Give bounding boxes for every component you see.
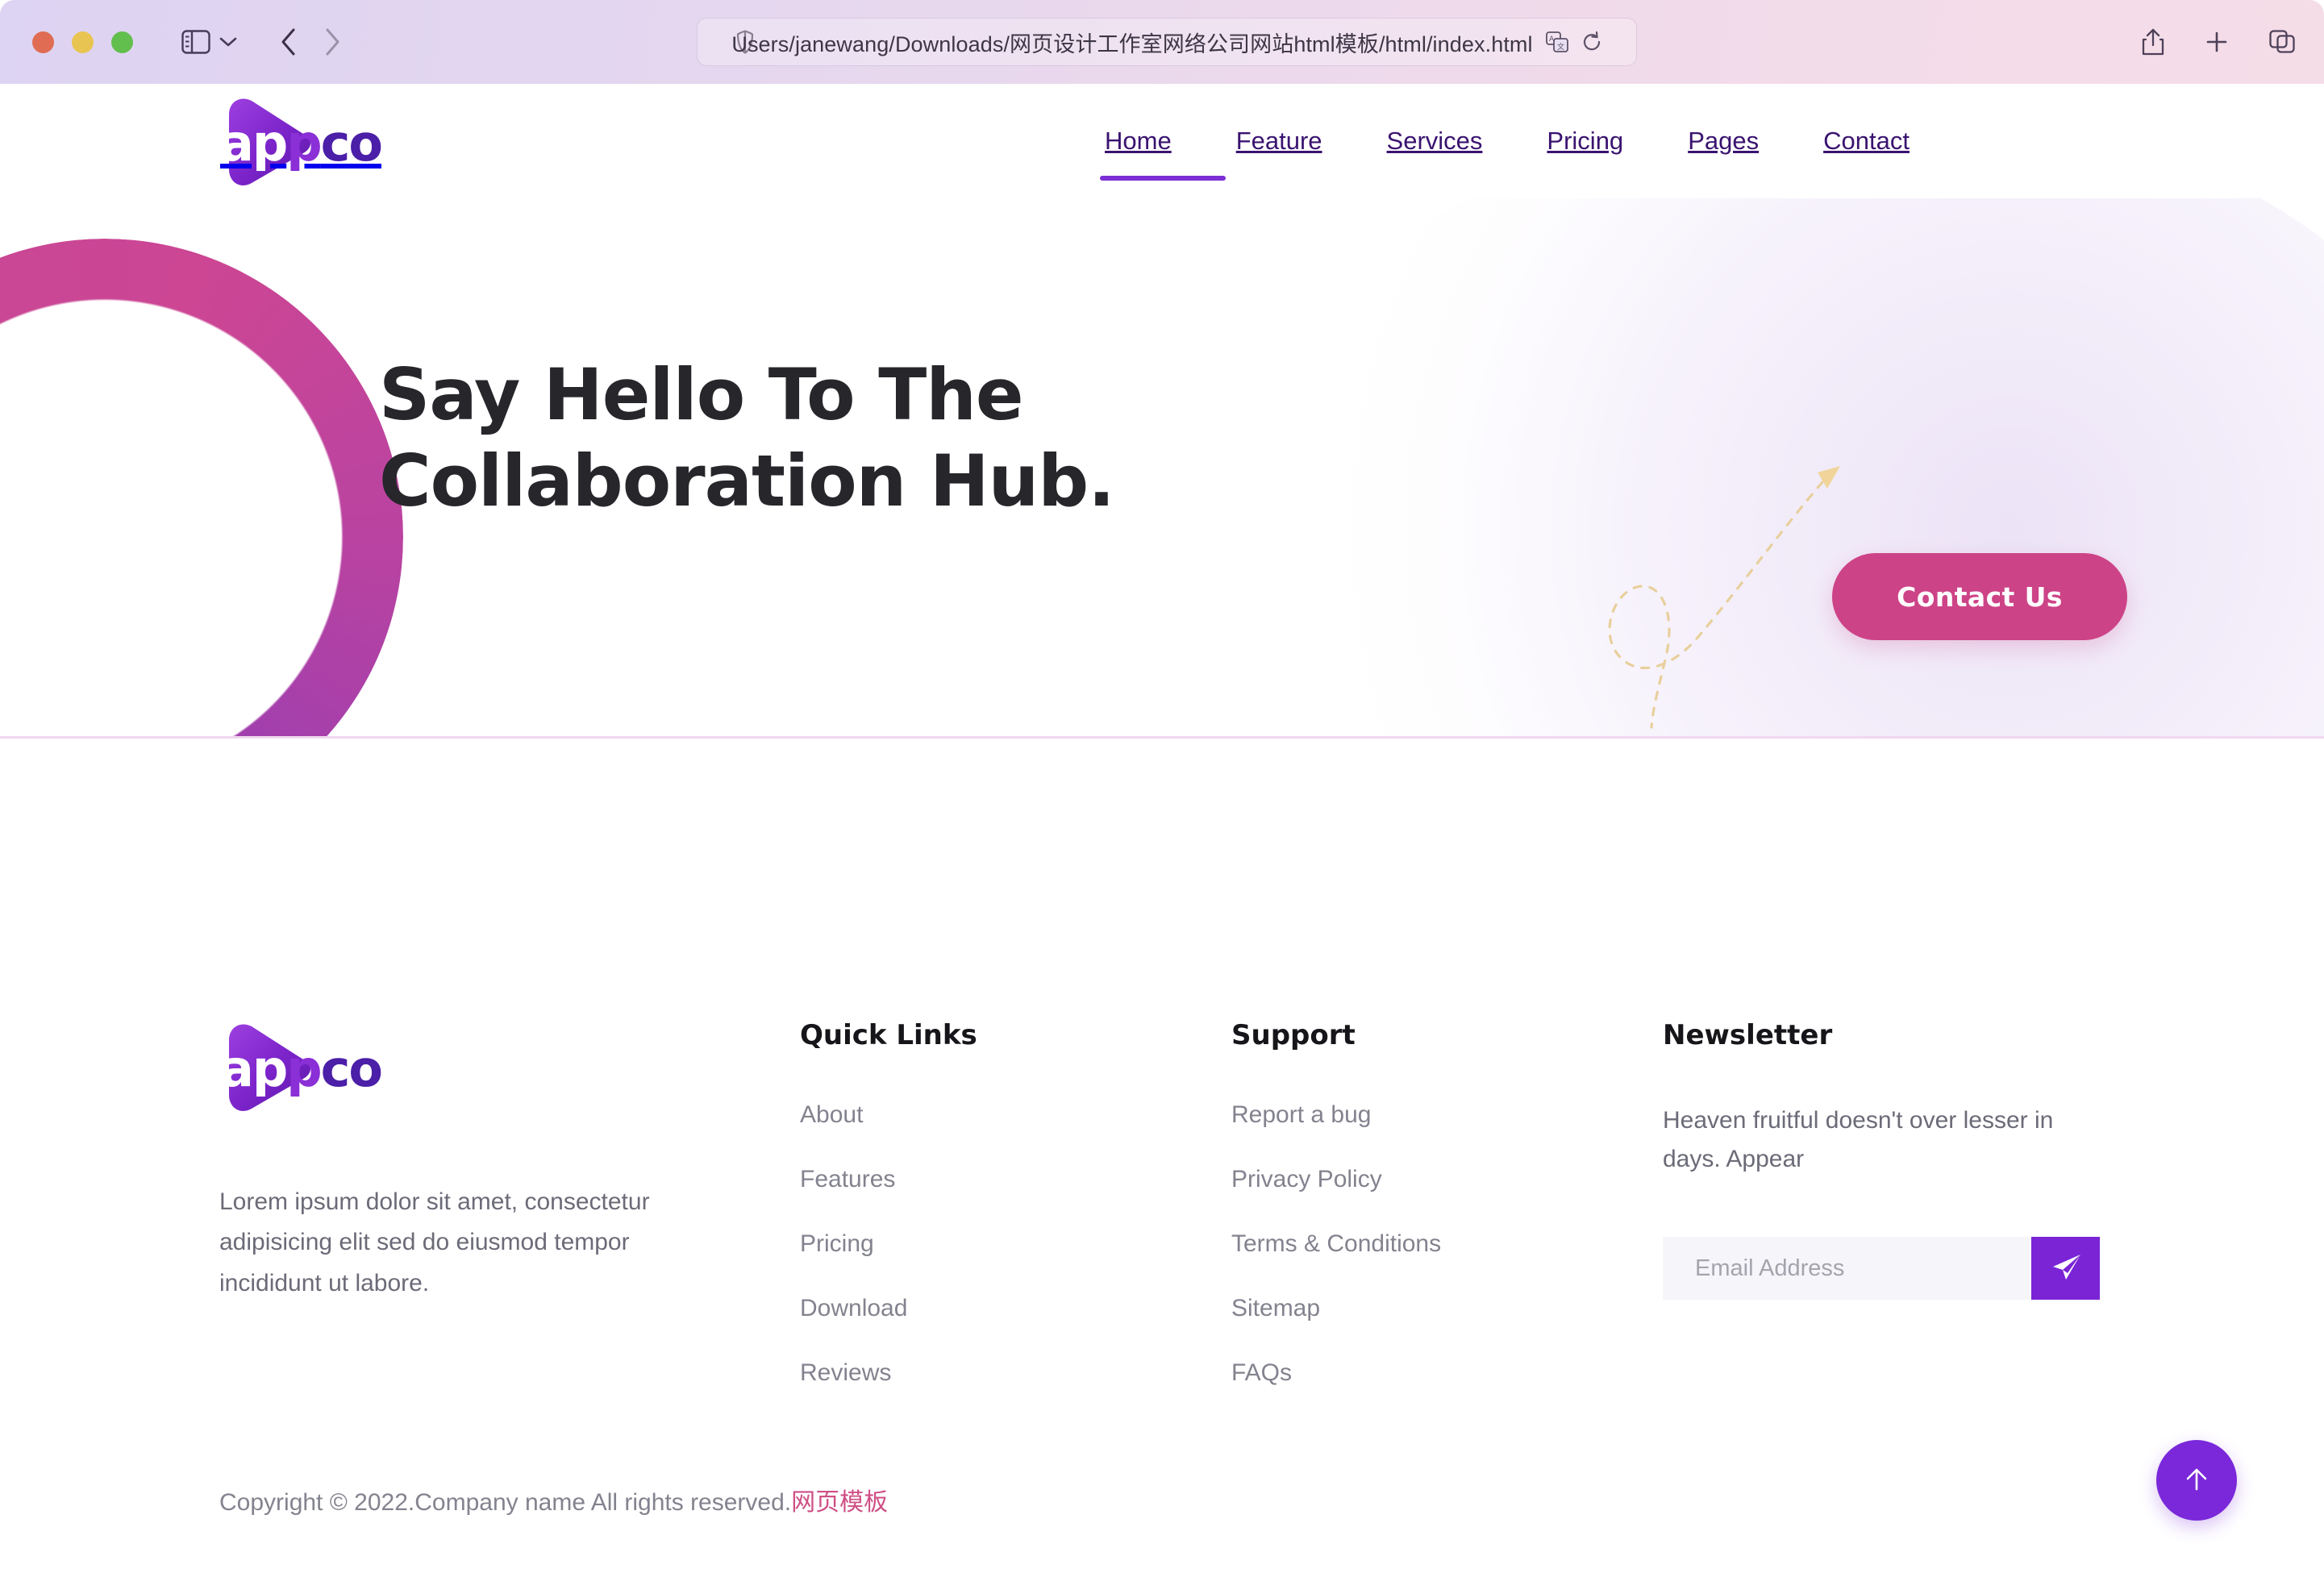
- plus-icon[interactable]: [2205, 30, 2229, 54]
- share-icon[interactable]: [2142, 28, 2164, 56]
- footer-newsletter-column: Newsletter Heaven fruitful doesn't over …: [1663, 1019, 2163, 1387]
- svg-text:文: 文: [1557, 42, 1564, 52]
- copyright-chinese-link[interactable]: 网页模板: [791, 1489, 888, 1516]
- url-text: Users/janewang/Downloads/网页设计工作室网络公司网站ht…: [731, 31, 1533, 56]
- main-navigation: Home Feature Services Pricing Pages Cont…: [1072, 84, 1942, 198]
- footer-logo-text-co: co: [320, 1039, 383, 1098]
- hero-heading-line-1: Say Hello To The: [379, 353, 1024, 436]
- footer-link-reviews[interactable]: Reviews: [800, 1359, 1219, 1387]
- window-traffic-lights: [32, 31, 133, 53]
- nav-item-pricing[interactable]: Pricing: [1514, 84, 1656, 198]
- footer-logo-text-p: p: [286, 1039, 322, 1098]
- webpage-viewport: appco Home Feature Services Pricing Page…: [0, 84, 2324, 1569]
- newsletter-form: [1663, 1237, 2100, 1300]
- url-bar[interactable]: Users/janewang/Downloads/网页设计工作室网络公司网站ht…: [697, 18, 1637, 66]
- site-header: appco Home Feature Services Pricing Page…: [0, 84, 2324, 198]
- nav-item-feature[interactable]: Feature: [1204, 84, 1355, 198]
- forward-arrow-icon[interactable]: [323, 27, 341, 56]
- footer-description: Lorem ipsum dolor sit amet, consectetur …: [219, 1188, 650, 1296]
- footer-link-about[interactable]: About: [800, 1101, 1219, 1129]
- footer-newsletter-text: Heaven fruitful doesn't over lesser in d…: [1663, 1107, 2054, 1172]
- footer-support-column: Support Report a bug Privacy Policy Term…: [1231, 1019, 1651, 1387]
- footer-link-privacy-policy[interactable]: Privacy Policy: [1231, 1166, 1651, 1193]
- footer-logo[interactable]: appco: [219, 1019, 390, 1114]
- footer-logo-text-ap: ap: [220, 1039, 288, 1098]
- footer-columns: appco Lorem ipsum dolor sit amet, consec…: [0, 1019, 2324, 1387]
- site-logo[interactable]: appco: [219, 94, 390, 189]
- logo-text-ap: ap: [220, 114, 288, 173]
- hero-gradient-ring: [0, 239, 403, 736]
- footer-quick-links-title: Quick Links: [800, 1019, 977, 1051]
- newsletter-submit-button[interactable]: [2031, 1237, 2100, 1300]
- browser-toolbar-right: [2142, 0, 2295, 84]
- footer-link-download[interactable]: Download: [800, 1295, 1219, 1322]
- maximize-button[interactable]: [111, 31, 133, 53]
- hero-heading-line-2: Collaboration Hub.: [379, 439, 1115, 523]
- contact-us-button[interactable]: Contact Us: [1832, 553, 2127, 640]
- nav-item-contact[interactable]: Contact: [1791, 84, 1942, 198]
- back-arrow-icon[interactable]: [280, 27, 298, 56]
- footer-link-report-a-bug[interactable]: Report a bug: [1231, 1101, 1651, 1129]
- logo-text-co: co: [320, 114, 383, 173]
- footer-link-sitemap[interactable]: Sitemap: [1231, 1295, 1651, 1322]
- email-input[interactable]: [1663, 1237, 2031, 1300]
- tab-overview-icon[interactable]: [2269, 30, 2295, 54]
- nav-item-home[interactable]: Home: [1072, 84, 1226, 198]
- site-footer: appco Lorem ipsum dolor sit amet, consec…: [0, 739, 2324, 1569]
- footer-newsletter-title: Newsletter: [1663, 1019, 1833, 1051]
- minimize-button[interactable]: [72, 31, 94, 53]
- sidebar-icon[interactable]: [181, 30, 210, 54]
- footer-link-pricing[interactable]: Pricing: [800, 1230, 1219, 1258]
- footer-logo-wordmark: appco: [220, 1044, 383, 1094]
- translate-icon[interactable]: A 文: [1545, 31, 1568, 52]
- footer-link-faqs[interactable]: FAQs: [1231, 1359, 1651, 1387]
- reload-icon[interactable]: [1581, 31, 1602, 52]
- footer-quick-links-column: Quick Links About Features Pricing Downl…: [800, 1019, 1219, 1387]
- history-navigation: [280, 27, 341, 56]
- nav-item-services[interactable]: Services: [1355, 84, 1515, 198]
- scroll-to-top-button[interactable]: [2156, 1440, 2237, 1521]
- footer-link-features[interactable]: Features: [800, 1166, 1219, 1193]
- close-button[interactable]: [32, 31, 54, 53]
- svg-text:A: A: [1549, 35, 1555, 44]
- nav-item-pages[interactable]: Pages: [1656, 84, 1791, 198]
- logo-text-p: p: [286, 114, 322, 173]
- copyright-main: Copyright © 2022.Company name All rights…: [219, 1489, 792, 1516]
- send-icon: [2048, 1251, 2084, 1286]
- copyright-text: Copyright © 2022.Company name All rights…: [219, 1482, 888, 1517]
- footer-link-terms-conditions[interactable]: Terms & Conditions: [1231, 1230, 1651, 1258]
- arrow-up-icon: [2177, 1460, 2216, 1501]
- footer-support-title: Support: [1231, 1019, 1356, 1051]
- chevron-down-icon[interactable]: [219, 35, 238, 48]
- hero-background-blob: [1260, 198, 2324, 736]
- logo-wordmark: appco: [220, 119, 383, 169]
- browser-chrome: Users/janewang/Downloads/网页设计工作室网络公司网站ht…: [0, 0, 2324, 84]
- hero-heading: Say Hello To The Collaboration Hub.: [379, 352, 1115, 525]
- sidebar-controls: [181, 30, 238, 54]
- hero-section: Say Hello To The Collaboration Hub. Cont…: [0, 198, 2324, 739]
- footer-brand-column: appco Lorem ipsum dolor sit amet, consec…: [219, 1019, 800, 1387]
